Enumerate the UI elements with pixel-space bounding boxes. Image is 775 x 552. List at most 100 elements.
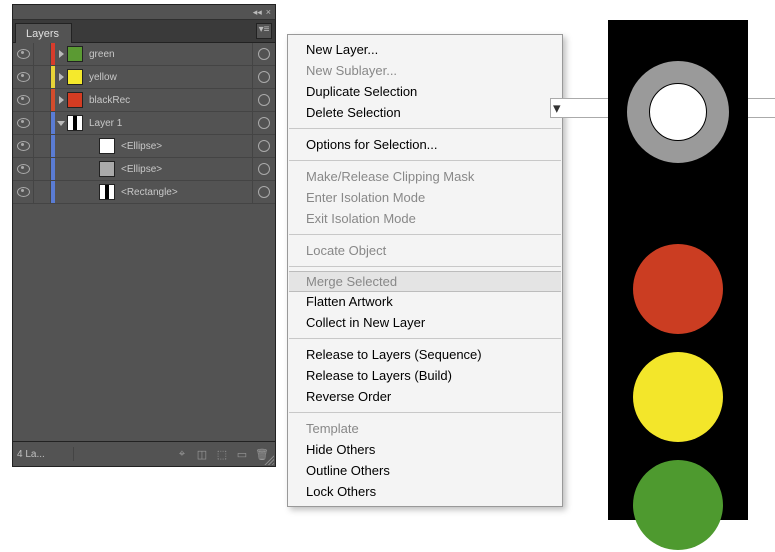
menu-separator [289, 234, 561, 235]
lock-toggle[interactable] [34, 181, 51, 203]
expand-toggle[interactable] [55, 50, 67, 58]
green-light-shape[interactable] [633, 460, 723, 550]
menu-item: Make/Release Clipping Mask [288, 166, 562, 187]
menu-item[interactable]: Reverse Order [288, 386, 562, 407]
layer-name[interactable]: green [88, 49, 252, 60]
visibility-toggle[interactable] [13, 158, 34, 180]
layer-color-strip [51, 158, 55, 180]
collapse-icon[interactable]: ◂◂ [253, 7, 262, 18]
lock-toggle[interactable] [34, 89, 51, 111]
visibility-toggle[interactable] [13, 89, 34, 111]
eye-icon [17, 118, 30, 128]
target-button[interactable] [252, 43, 275, 65]
chevron-right-icon [59, 50, 64, 58]
layer-thumbnail [99, 184, 115, 200]
menu-item[interactable]: Lock Others [288, 481, 562, 502]
layer-thumbnail [99, 138, 115, 154]
footer-layer-count: 4 La... [17, 449, 63, 460]
visibility-toggle[interactable] [13, 43, 34, 65]
tab-layers[interactable]: Layers [15, 23, 72, 43]
layers-panel-context-menu: New Layer...New Sublayer...Duplicate Sel… [287, 34, 563, 507]
menu-item[interactable]: Delete Selection [288, 102, 562, 123]
menu-separator [289, 128, 561, 129]
layer-row[interactable]: <Ellipse> [13, 135, 275, 158]
layers-panel: ◂◂ × Layers ▾≡ green yellow blackRec Layer … [12, 4, 276, 467]
new-layer-icon[interactable]: ▭ [233, 445, 251, 463]
target-button[interactable] [252, 135, 275, 157]
lock-toggle[interactable] [34, 66, 51, 88]
panel-topbar: ◂◂ × [13, 5, 275, 20]
layer-row[interactable]: blackRec [13, 89, 275, 112]
chevron-right-icon [59, 96, 64, 104]
layer-name[interactable]: <Ellipse> [120, 164, 252, 175]
target-button[interactable] [252, 181, 275, 203]
layer-name[interactable]: blackRec [88, 95, 252, 106]
lock-toggle[interactable] [34, 112, 51, 134]
menu-item[interactable]: Release to Layers (Sequence) [288, 344, 562, 365]
menu-item: New Sublayer... [288, 60, 562, 81]
target-button[interactable] [252, 89, 275, 111]
visibility-toggle[interactable] [13, 181, 34, 203]
target-icon [258, 94, 270, 106]
target-button[interactable] [252, 112, 275, 134]
menu-item[interactable]: Outline Others [288, 460, 562, 481]
target-icon [258, 71, 270, 83]
panel-menu-button[interactable]: ▾≡ [256, 23, 272, 39]
menu-item: Enter Isolation Mode [288, 187, 562, 208]
layer-row[interactable]: green [13, 43, 275, 66]
layer-row[interactable]: <Ellipse> [13, 158, 275, 181]
lock-toggle[interactable] [34, 135, 51, 157]
menu-item: Locate Object [288, 240, 562, 261]
menu-item[interactable]: Duplicate Selection [288, 81, 562, 102]
visibility-toggle[interactable] [13, 66, 34, 88]
layer-thumbnail [67, 115, 83, 131]
menu-separator [289, 338, 561, 339]
visibility-toggle[interactable] [13, 135, 34, 157]
menu-item[interactable]: Flatten Artwork [288, 291, 562, 312]
close-icon[interactable]: × [266, 7, 271, 17]
menu-item: Merge Selected [289, 271, 561, 292]
menu-item[interactable]: Options for Selection... [288, 134, 562, 155]
layer-thumbnail [67, 69, 83, 85]
resize-handle[interactable] [262, 453, 274, 465]
menu-item[interactable]: Collect in New Layer [288, 312, 562, 333]
target-icon [258, 186, 270, 198]
grey-ring-shape[interactable] [626, 60, 730, 164]
layer-row[interactable]: yellow [13, 66, 275, 89]
white-inner-ellipse[interactable] [649, 83, 707, 141]
menu-item[interactable]: Hide Others [288, 439, 562, 460]
eye-icon [17, 164, 30, 174]
layer-name[interactable]: Layer 1 [88, 118, 252, 129]
panel-footer: 4 La... ⌖ ◫ ⬚ ▭ 🗑 [13, 441, 275, 466]
expand-toggle[interactable] [55, 96, 67, 104]
target-icon [258, 140, 270, 152]
red-light-shape[interactable] [633, 244, 723, 334]
yellow-light-shape[interactable] [633, 352, 723, 442]
artboard [608, 20, 748, 520]
target-button[interactable] [252, 66, 275, 88]
layer-thumbnail [99, 161, 115, 177]
target-icon [258, 48, 270, 60]
layer-row[interactable]: Layer 1 [13, 112, 275, 135]
target-button[interactable] [252, 158, 275, 180]
lock-toggle[interactable] [34, 158, 51, 180]
eye-icon [17, 49, 30, 59]
layer-name[interactable]: <Ellipse> [120, 141, 252, 152]
lock-toggle[interactable] [34, 43, 51, 65]
layer-row[interactable]: <Rectangle> [13, 181, 275, 204]
layer-name[interactable]: <Rectangle> [120, 187, 252, 198]
expand-toggle[interactable] [55, 73, 67, 81]
layer-name[interactable]: yellow [88, 72, 252, 83]
new-sublayer-icon[interactable]: ⬚ [213, 445, 231, 463]
menu-item[interactable]: New Layer... [288, 39, 562, 60]
layer-thumbnail [67, 92, 83, 108]
locate-object-icon[interactable]: ⌖ [173, 445, 191, 463]
expand-toggle[interactable] [55, 121, 67, 126]
clipping-mask-icon[interactable]: ◫ [193, 445, 211, 463]
target-icon [258, 117, 270, 129]
menu-separator [289, 160, 561, 161]
visibility-toggle[interactable] [13, 112, 34, 134]
menu-item: Exit Isolation Mode [288, 208, 562, 229]
menu-item[interactable]: Release to Layers (Build) [288, 365, 562, 386]
eye-icon [17, 187, 30, 197]
